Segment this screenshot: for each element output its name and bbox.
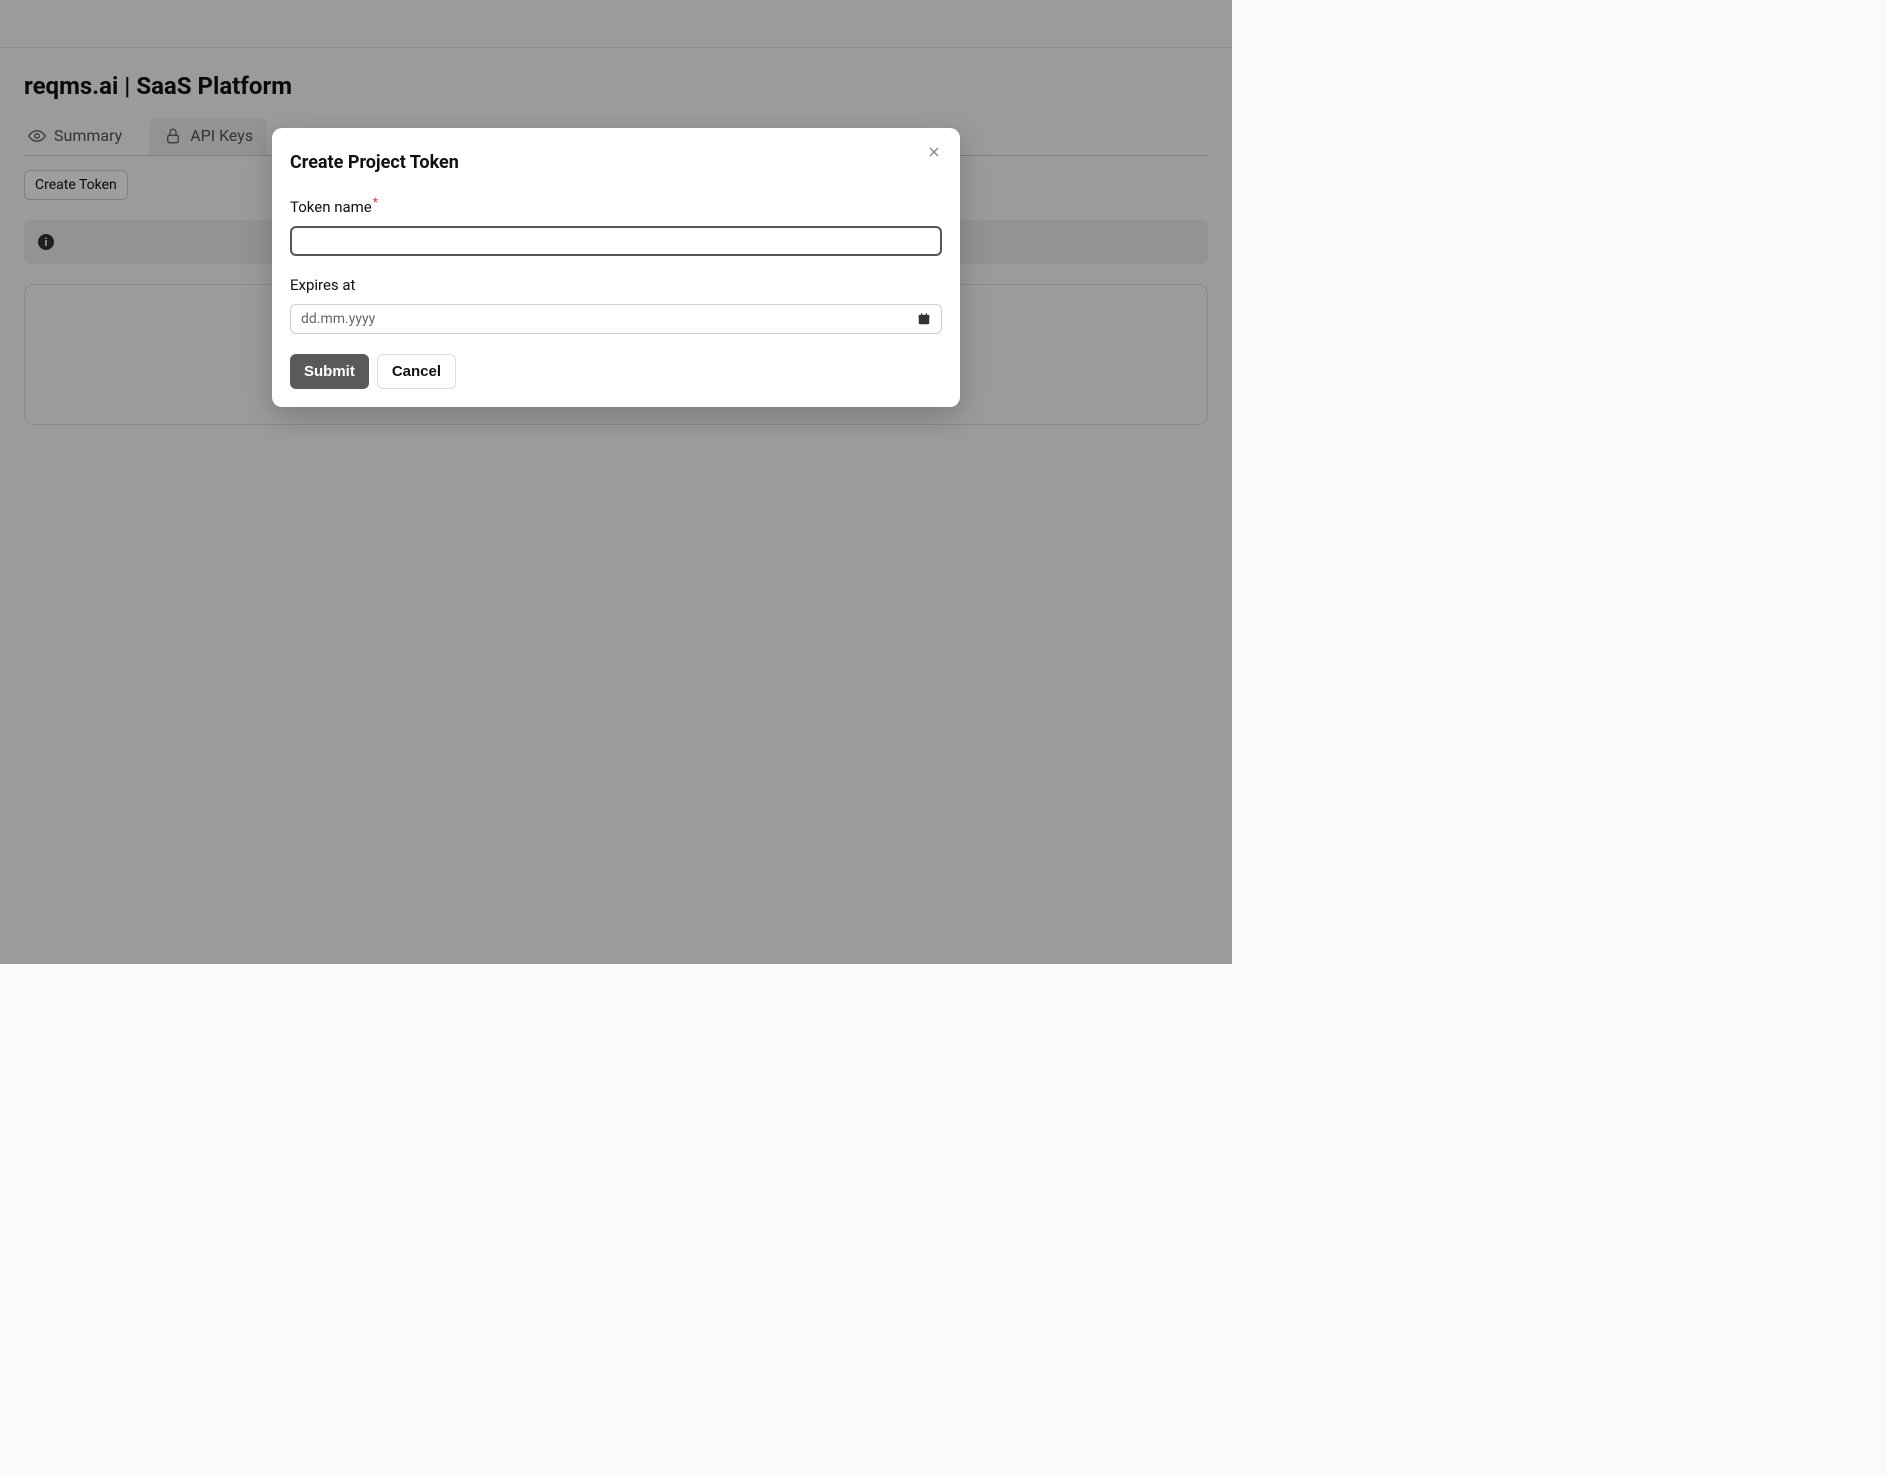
token-name-group: Token name*: [290, 195, 942, 256]
expires-at-label: Expires at: [290, 276, 942, 294]
token-name-input[interactable]: [290, 226, 942, 256]
submit-button[interactable]: Submit: [290, 354, 369, 389]
cancel-button[interactable]: Cancel: [377, 354, 456, 389]
modal-overlay[interactable]: Create Project Token Token name* Expires…: [0, 0, 1232, 964]
expires-at-input[interactable]: dd.mm.yyyy: [290, 304, 942, 334]
modal-title: Create Project Token: [290, 152, 942, 173]
create-token-modal: Create Project Token Token name* Expires…: [272, 128, 960, 407]
required-indicator: *: [373, 195, 378, 209]
date-placeholder: dd.mm.yyyy: [301, 311, 375, 327]
close-button[interactable]: [922, 142, 946, 166]
expires-at-group: Expires at dd.mm.yyyy: [290, 276, 942, 334]
calendar-icon: [917, 312, 931, 326]
token-name-label: Token name*: [290, 195, 942, 216]
modal-actions: Submit Cancel: [290, 354, 942, 389]
close-icon: [926, 144, 942, 164]
